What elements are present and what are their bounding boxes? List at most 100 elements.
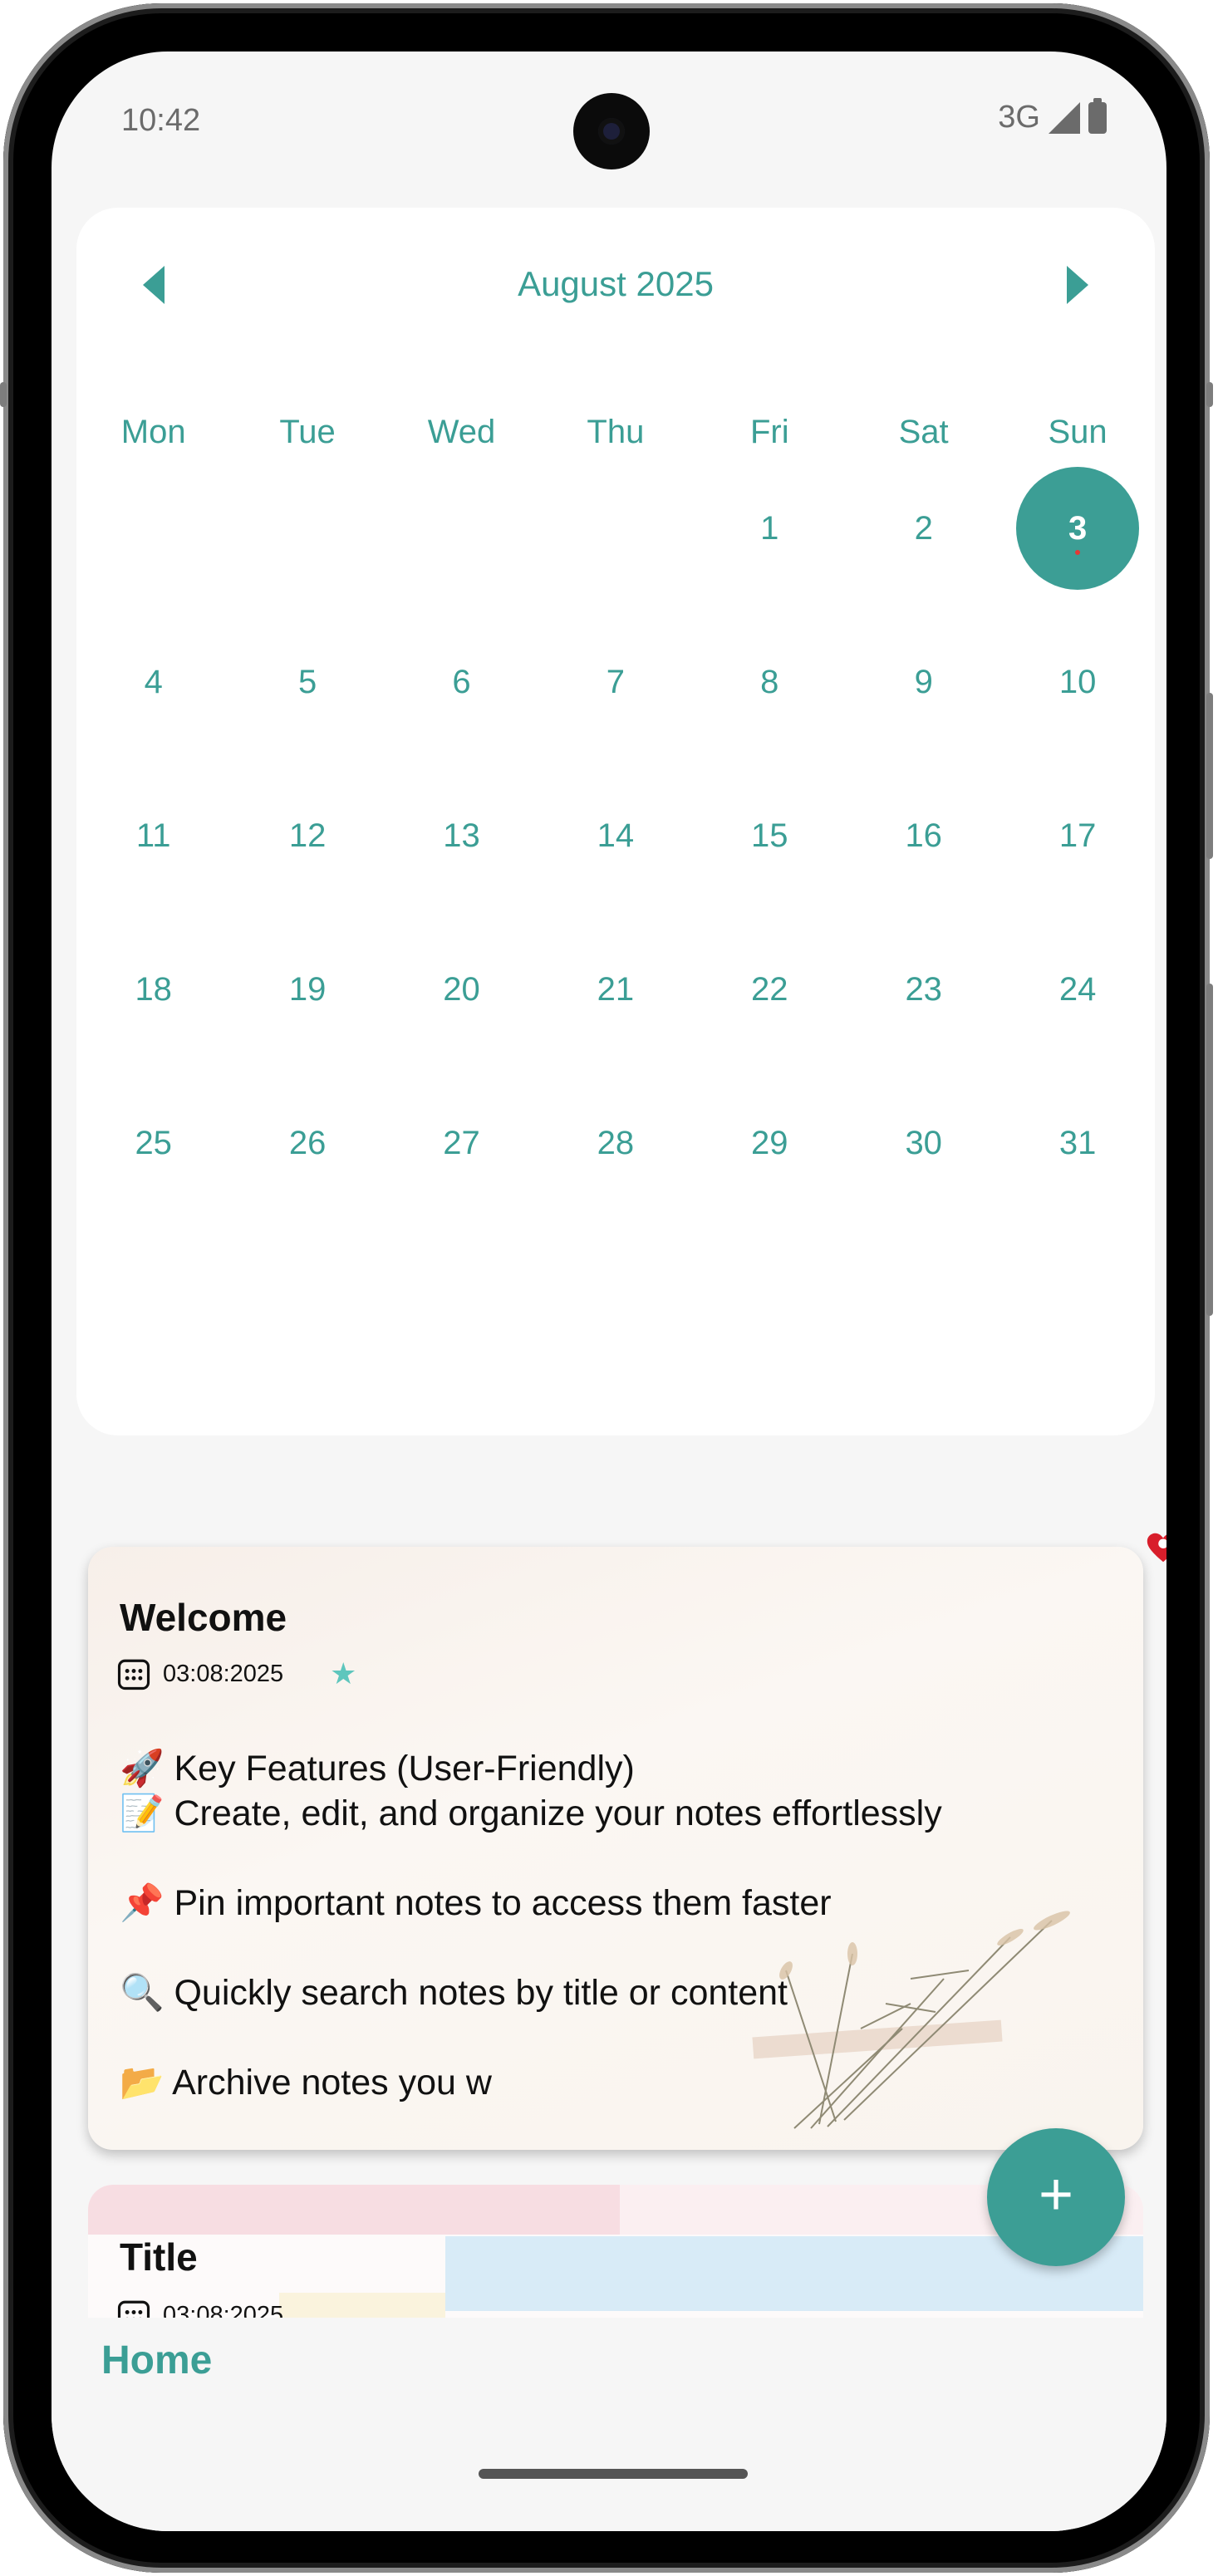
calendar-day[interactable]: 26	[246, 1082, 369, 1205]
calendar-day[interactable]: 22	[708, 928, 831, 1051]
calendar-day-number: 25	[135, 1125, 172, 1161]
calendar-day[interactable]: 9	[862, 621, 985, 743]
calendar-day-number: 27	[443, 1125, 480, 1161]
calendar-day-number: 3	[1068, 510, 1088, 547]
note-line: 📝 Create, edit, and organize your notes …	[120, 1793, 942, 1833]
calendar-day-number: 16	[905, 817, 942, 854]
note-meta: 03:08:2025 ★	[116, 1656, 356, 1691]
note-line: 🚀 Key Features (User-Friendly)	[120, 1749, 635, 1788]
calendar-day-number: 7	[606, 664, 626, 700]
weekday-row: Mon Tue Wed Thu Fri Sat Sun	[76, 414, 1155, 451]
status-icons: 3G	[998, 97, 1107, 135]
calendar-day[interactable]: 10	[1016, 621, 1139, 743]
calendar-day-number: 8	[760, 664, 779, 700]
calendar-header: August 2025	[76, 259, 1155, 309]
calendar-date-icon	[117, 1659, 150, 1690]
calendar-day-number: 1	[760, 510, 779, 547]
calendar-day[interactable]: 11	[92, 774, 215, 897]
front-camera	[573, 93, 650, 169]
calendar-day[interactable]: 18	[92, 928, 215, 1051]
battery-icon	[1088, 97, 1107, 134]
calendar-day[interactable]: 23	[862, 928, 985, 1051]
calendar-day-number: 14	[597, 817, 635, 854]
calendar-day[interactable]: 14	[554, 774, 677, 897]
bottom-nav-bar	[52, 2318, 1166, 2531]
nav-home[interactable]: Home	[101, 2338, 212, 2383]
calendar-day-number: 4	[144, 664, 163, 700]
heart-icon[interactable]	[1144, 1528, 1166, 1567]
calendar-day[interactable]: 30	[862, 1082, 985, 1205]
phone-frame: 10:42 3G August 2025 Mon Tue Wed Thu Fri Sat S…	[0, 3, 1213, 2573]
calendar-day[interactable]: 17	[1016, 774, 1139, 897]
status-time: 10:42	[121, 103, 201, 138]
calendar-day-number: 15	[751, 817, 788, 854]
calendar-day[interactable]: 5	[246, 621, 369, 743]
calendar-day[interactable]: 19	[246, 928, 369, 1051]
weekday-label: Wed	[427, 414, 496, 450]
network-type: 3G	[998, 100, 1040, 135]
weekday-label: Fri	[749, 414, 789, 450]
note-card-welcome[interactable]: Welcome 03:08:2025 ★ 🚀 Key Features (Use…	[88, 1547, 1143, 2150]
calendar-day[interactable]: 2	[862, 467, 985, 590]
calendar-day-number: 2	[914, 510, 933, 547]
calendar-day-number: 9	[914, 664, 933, 700]
weekday-label: Sun	[1048, 414, 1107, 450]
calendar-day-number: 11	[135, 817, 171, 854]
home-indicator[interactable]	[479, 2469, 748, 2479]
note-title: Welcome	[120, 1596, 287, 1639]
calendar-day-number: 28	[597, 1125, 635, 1161]
signal-icon	[1049, 101, 1080, 134]
calendar-day-number: 24	[1058, 971, 1097, 1008]
calendar-day[interactable]: 6	[400, 621, 523, 743]
calendar-day[interactable]: 28	[554, 1082, 677, 1205]
screen: 10:42 3G August 2025 Mon Tue Wed Thu Fri Sat S…	[52, 52, 1166, 2531]
calendar-day[interactable]: 7	[554, 621, 677, 743]
weekday-label: Mon	[120, 414, 186, 450]
calendar-day[interactable]: 16	[862, 774, 985, 897]
side-button-left	[0, 382, 7, 407]
calendar-day-number: 30	[905, 1125, 942, 1161]
calendar-day[interactable]: 29	[708, 1082, 831, 1205]
calendar-day[interactable]: 13	[400, 774, 523, 897]
add-note-button[interactable]: +	[987, 2128, 1125, 2266]
month-title: August 2025	[518, 264, 714, 303]
calendar-day[interactable]: 20	[400, 928, 523, 1051]
star-icon[interactable]: ★	[330, 1656, 356, 1691]
calendar-day-number: 5	[297, 664, 317, 700]
calendar-day-selected[interactable]: 3	[1016, 467, 1140, 590]
calendar-day-number: 31	[1058, 1125, 1097, 1161]
calendar-day-number: 29	[751, 1125, 788, 1161]
weekday-label: Thu	[587, 414, 645, 450]
power-button	[1206, 984, 1213, 1316]
calendar-day[interactable]: 15	[708, 774, 831, 897]
calendar-day-number: 20	[443, 971, 480, 1008]
calendar-day-number: 19	[288, 971, 327, 1008]
volume-button	[1206, 693, 1213, 859]
camera-lens	[598, 118, 625, 145]
event-dot	[1075, 550, 1081, 555]
calendar-day[interactable]: 8	[708, 621, 831, 743]
pattern-stripe	[88, 2185, 620, 2235]
calendar-day-number: 6	[452, 664, 471, 700]
calendar-day-number: 17	[1058, 817, 1097, 854]
calendar-day-number: 18	[135, 971, 172, 1008]
note-title: Title	[120, 2235, 198, 2279]
calendar-day[interactable]: 25	[92, 1082, 215, 1205]
calendar-day-number: 22	[751, 971, 788, 1008]
dried-flower-decoration	[752, 1911, 1070, 2129]
calendar-day-number: 13	[443, 817, 480, 854]
calendar-day[interactable]: 1	[708, 467, 831, 590]
chevron-right-icon[interactable]	[1067, 266, 1088, 304]
weekday-label: Sat	[898, 414, 949, 450]
calendar-day-number: 21	[597, 971, 635, 1008]
weekday-label: Tue	[279, 414, 336, 450]
calendar-day[interactable]: 12	[246, 774, 369, 897]
calendar-day[interactable]: 27	[400, 1082, 523, 1205]
calendar-day[interactable]: 21	[554, 928, 677, 1051]
calendar-day[interactable]: 24	[1016, 928, 1139, 1051]
calendar-day[interactable]: 31	[1016, 1082, 1139, 1205]
calendar-day-number: 12	[288, 817, 327, 854]
calendar-day-number: 26	[288, 1125, 327, 1161]
calendar-day[interactable]: 4	[92, 621, 215, 743]
calendar-day-number: 10	[1058, 664, 1097, 700]
